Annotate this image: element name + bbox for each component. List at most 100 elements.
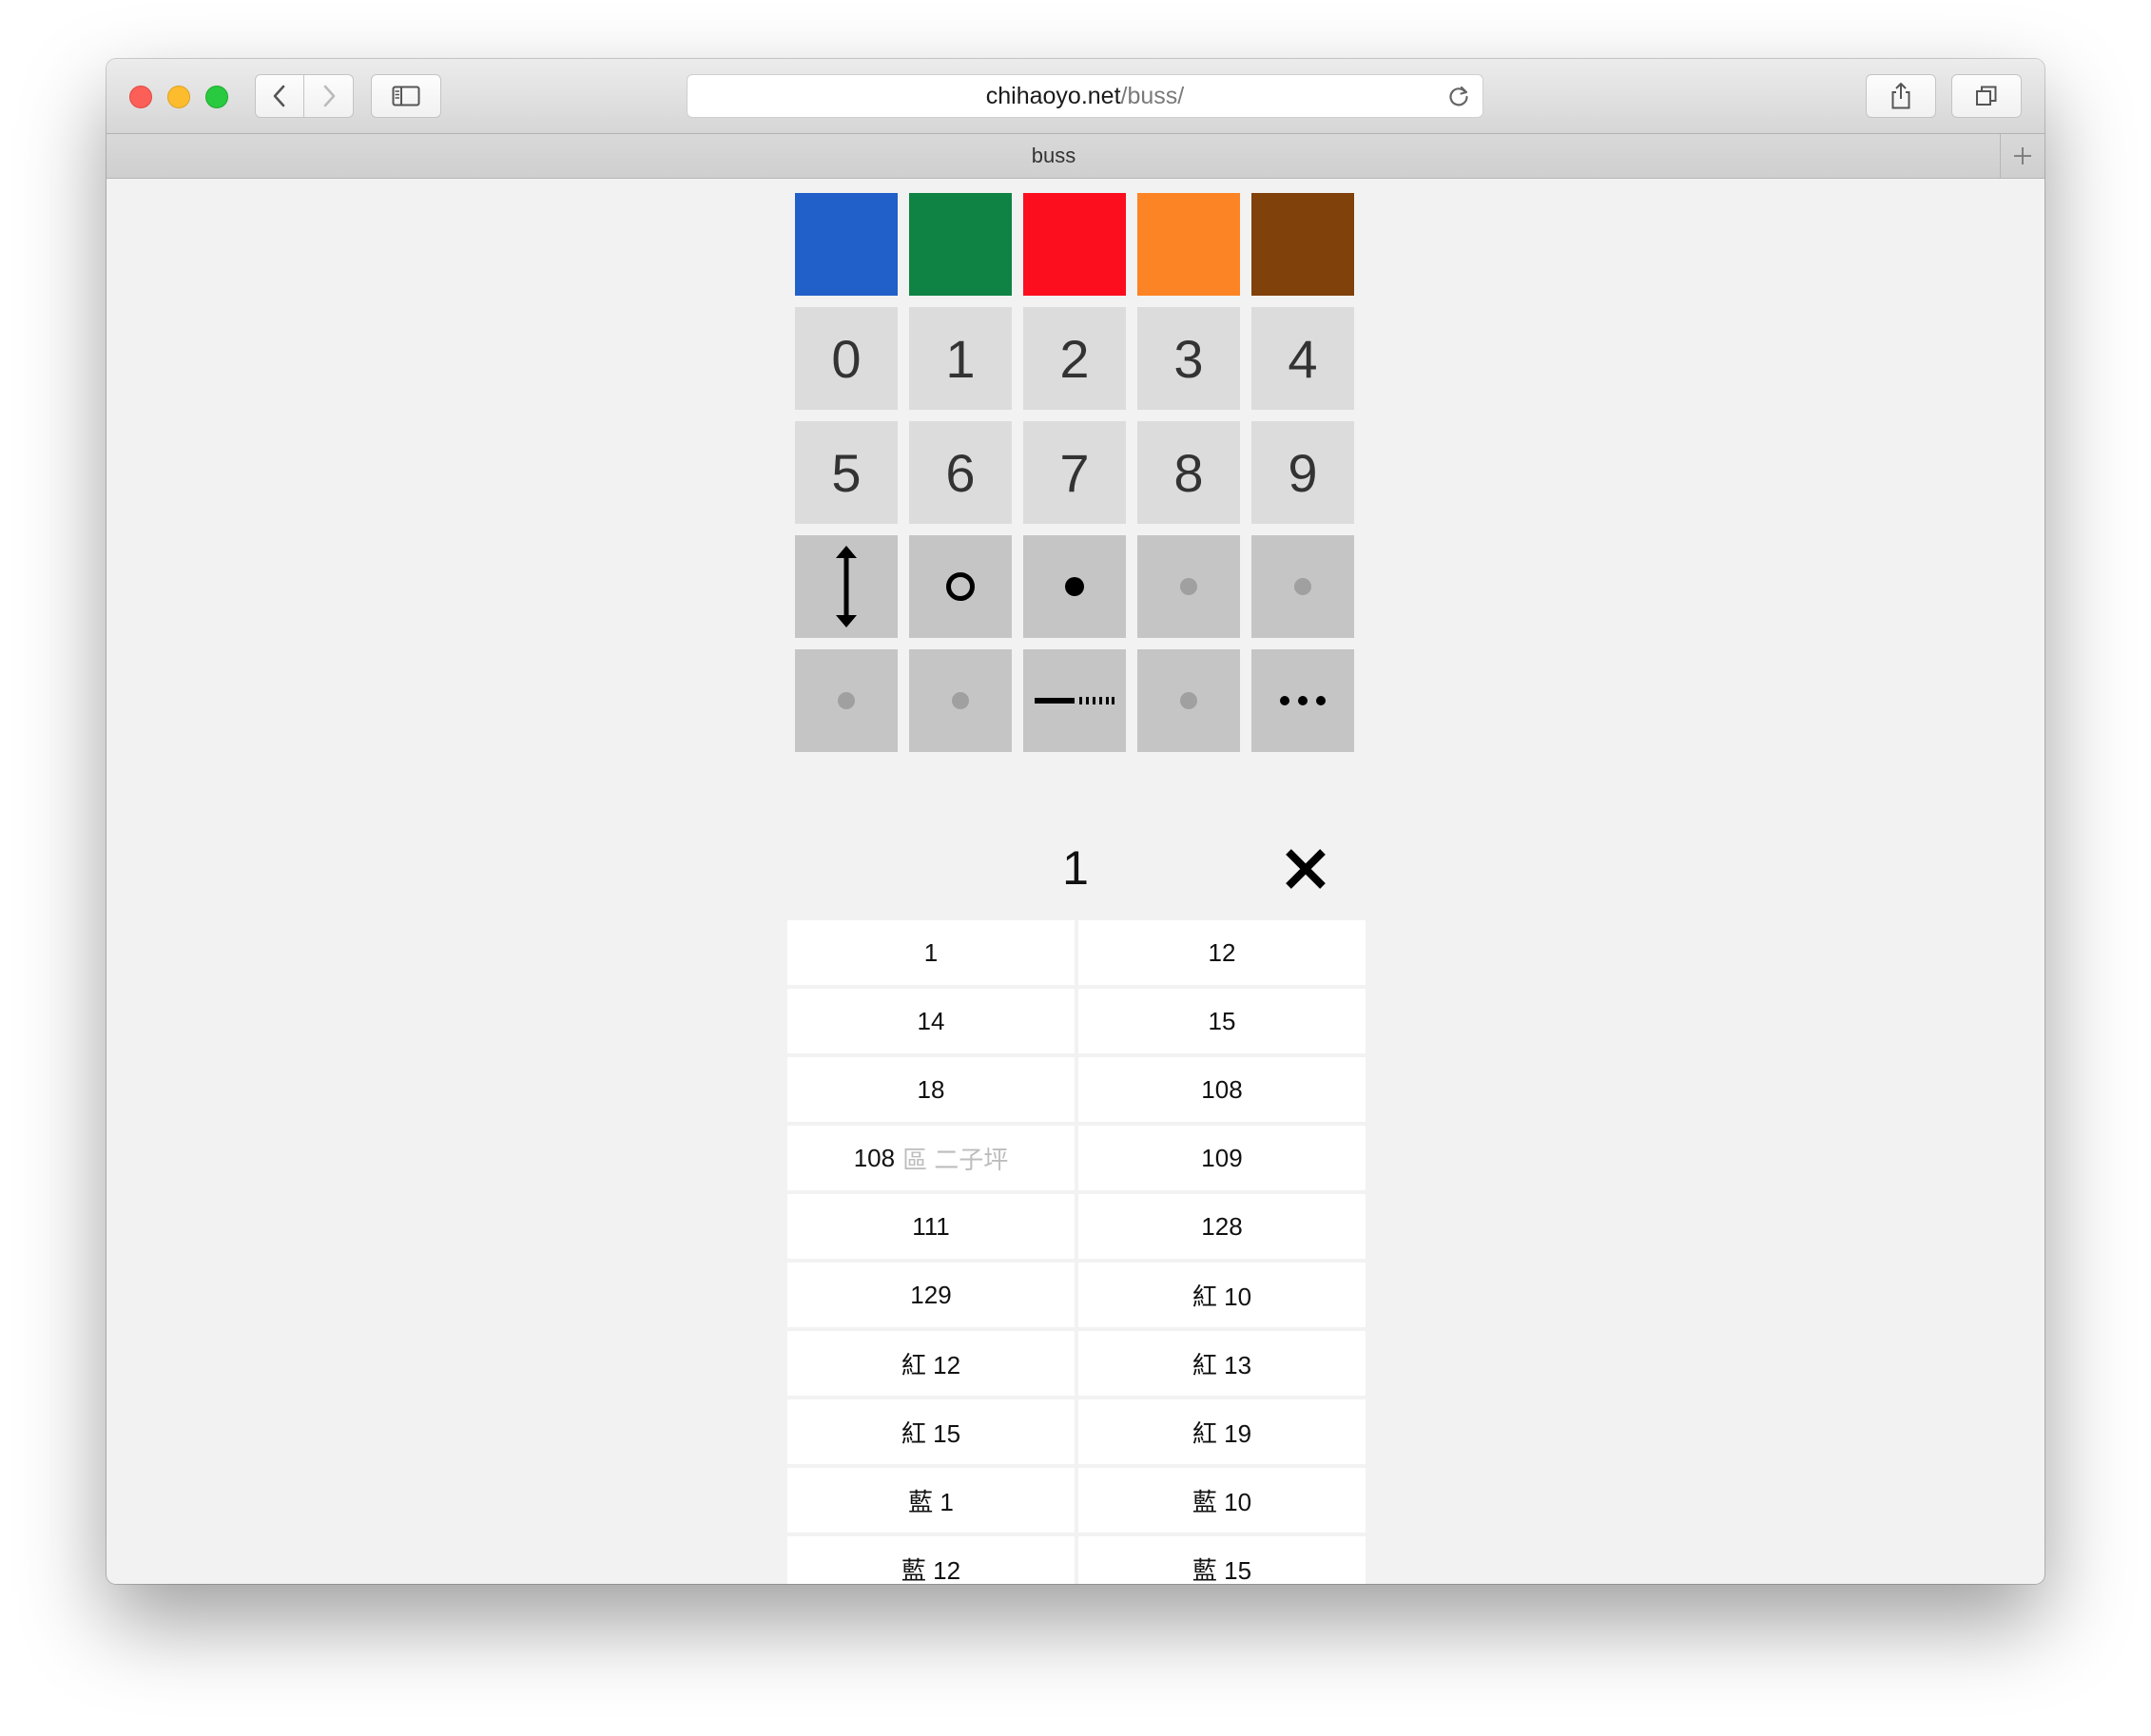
symbol-key-ring[interactable]: [909, 535, 1012, 638]
route-sublabel: 區 二子坪: [902, 1145, 1009, 1174]
route-result-item[interactable]: 108 區 二子坪: [787, 1126, 1075, 1190]
route-results-list: 1 12 14 15 18 108 108 區 二子坪 109 111 128 129 紅 10 紅 12…: [787, 920, 1366, 1584]
route-result-item[interactable]: 18: [787, 1057, 1075, 1122]
route-result-item[interactable]: 12: [1078, 920, 1366, 985]
route-label: 18: [917, 1074, 945, 1104]
digit-key-6[interactable]: 6: [909, 421, 1012, 524]
route-label: 1: [923, 937, 939, 967]
route-result-item[interactable]: 紅 10: [1078, 1263, 1366, 1327]
symbol-key-updown[interactable]: [795, 535, 898, 638]
new-tab-button[interactable]: [2000, 134, 2044, 178]
symbol-key-empty-1[interactable]: [1137, 535, 1240, 638]
route-label: 111: [912, 1211, 950, 1241]
route-result-item[interactable]: 藍 10: [1078, 1468, 1366, 1533]
ring-icon: [946, 572, 975, 601]
filled-dot-icon: [1065, 577, 1084, 596]
route-label: 紅 13: [1192, 1350, 1252, 1379]
digit-key-4[interactable]: 4: [1251, 307, 1354, 410]
route-result-item[interactable]: 藍 12: [787, 1536, 1075, 1584]
chevron-right-icon: [323, 85, 335, 107]
url-host: chihaoyo.net: [985, 82, 1121, 109]
color-swatch-orange[interactable]: [1137, 193, 1240, 296]
route-result-item[interactable]: 128: [1078, 1194, 1366, 1259]
route-label: 紅 12: [901, 1350, 961, 1379]
tabs-overview-icon: [1976, 86, 1997, 106]
tabs-overview-button[interactable]: [1951, 74, 2022, 118]
digit-key-9[interactable]: 9: [1251, 421, 1354, 524]
dash-dotted-line-icon: [1035, 697, 1114, 704]
color-swatch-brown[interactable]: [1251, 193, 1354, 296]
route-result-item[interactable]: 108: [1078, 1057, 1366, 1122]
share-icon: [1891, 83, 1910, 109]
input-display-row: 1: [795, 831, 1356, 907]
ellipsis-icon: [1280, 696, 1326, 705]
browser-window: chihaoyo.net/buss/ buss 0 1 2 3 4 5 6 7 …: [107, 59, 2044, 1584]
route-label: 藍 1: [908, 1487, 954, 1516]
page-content: 0 1 2 3 4 5 6 7 8 9 1 1 12 14 15 18 108 …: [107, 179, 2044, 1584]
route-result-item[interactable]: 紅 13: [1078, 1331, 1366, 1396]
zoom-window-button[interactable]: [205, 86, 228, 108]
digit-key-2[interactable]: 2: [1023, 307, 1126, 410]
share-button[interactable]: [1866, 74, 1936, 118]
route-result-item[interactable]: 藍 1: [787, 1468, 1075, 1533]
digit-key-5[interactable]: 5: [795, 421, 898, 524]
route-label: 藍 10: [1192, 1487, 1252, 1516]
symbol-key-more[interactable]: [1251, 649, 1354, 752]
route-label: 紅 15: [901, 1418, 961, 1448]
gray-dot-icon: [952, 692, 969, 709]
color-swatch-blue[interactable]: [795, 193, 898, 296]
color-swatch-red[interactable]: [1023, 193, 1126, 296]
route-result-item[interactable]: 紅 12: [787, 1331, 1075, 1396]
route-result-item[interactable]: 109: [1078, 1126, 1366, 1190]
sidebar-icon: [392, 86, 420, 106]
symbol-key-empty-2[interactable]: [1251, 535, 1354, 638]
symbol-key-dot[interactable]: [1023, 535, 1126, 638]
digit-key-0[interactable]: 0: [795, 307, 898, 410]
tab-bar: buss: [107, 134, 2044, 179]
color-swatch-green[interactable]: [909, 193, 1012, 296]
route-result-item[interactable]: 129: [787, 1263, 1075, 1327]
tab-title[interactable]: buss: [107, 134, 2001, 178]
digit-key-1[interactable]: 1: [909, 307, 1012, 410]
route-label: 藍 12: [901, 1555, 961, 1585]
route-label: 129: [910, 1280, 952, 1309]
route-label: 128: [1201, 1211, 1243, 1241]
close-window-button[interactable]: [129, 86, 152, 108]
route-result-item[interactable]: 紅 19: [1078, 1399, 1366, 1464]
plus-icon: [2014, 147, 2031, 164]
url-path: /buss/: [1120, 82, 1185, 109]
address-bar[interactable]: chihaoyo.net/buss/: [687, 74, 1483, 118]
keypad: 0 1 2 3 4 5 6 7 8 9: [795, 193, 1356, 752]
reload-button[interactable]: [1446, 84, 1471, 115]
route-label: 藍 15: [1192, 1555, 1252, 1585]
route-label: 紅 10: [1192, 1282, 1252, 1311]
route-result-item[interactable]: 1: [787, 920, 1075, 985]
route-label: 紅 19: [1192, 1418, 1252, 1448]
route-result-item[interactable]: 14: [787, 989, 1075, 1053]
route-label: 109: [1201, 1143, 1243, 1172]
clear-button[interactable]: [1255, 831, 1356, 907]
route-label: 12: [1208, 937, 1236, 967]
route-result-item[interactable]: 藍 15: [1078, 1536, 1366, 1584]
forward-button[interactable]: [304, 74, 354, 118]
symbol-key-empty-5[interactable]: [1137, 649, 1240, 752]
minimize-window-button[interactable]: [167, 86, 190, 108]
symbol-key-empty-3[interactable]: [795, 649, 898, 752]
digit-key-3[interactable]: 3: [1137, 307, 1240, 410]
chevron-left-icon: [273, 85, 285, 107]
symbol-key-dash[interactable]: [1023, 649, 1126, 752]
symbol-key-empty-4[interactable]: [909, 649, 1012, 752]
route-label: 15: [1208, 1006, 1236, 1035]
gray-dot-icon: [1180, 578, 1197, 595]
sidebar-button[interactable]: [371, 74, 441, 118]
route-result-item[interactable]: 15: [1078, 989, 1366, 1053]
route-result-item[interactable]: 紅 15: [787, 1399, 1075, 1464]
route-result-item[interactable]: 111: [787, 1194, 1075, 1259]
route-label: 108: [853, 1143, 896, 1172]
browser-toolbar: chihaoyo.net/buss/: [107, 59, 2044, 134]
reload-icon: [1449, 86, 1468, 106]
digit-key-8[interactable]: 8: [1137, 421, 1240, 524]
digit-key-7[interactable]: 7: [1023, 421, 1126, 524]
back-button[interactable]: [255, 74, 304, 118]
gray-dot-icon: [838, 692, 855, 709]
